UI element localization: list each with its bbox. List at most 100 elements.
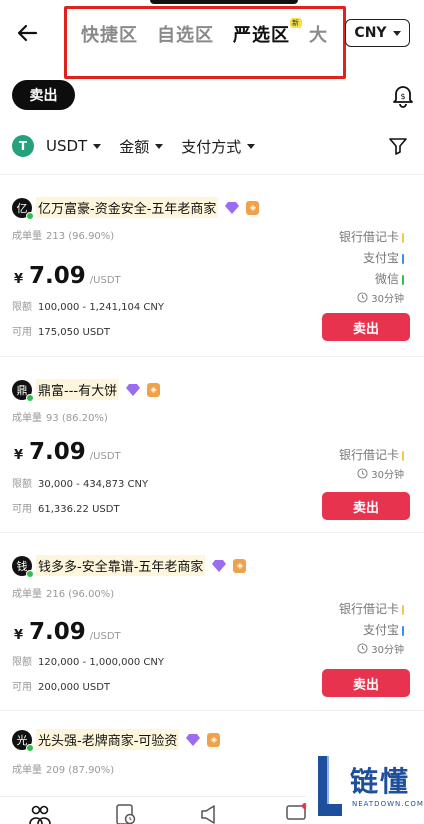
diamond-badge-icon — [212, 559, 227, 572]
online-dot — [26, 569, 34, 578]
diamond-badge-icon — [186, 733, 201, 746]
funnel-filter-icon[interactable] — [388, 136, 408, 156]
avatar: 鼎 — [12, 379, 34, 402]
caret-down-icon — [155, 143, 164, 149]
sell-button[interactable]: 卖出 — [322, 313, 410, 341]
payment-label: 支付方式 — [181, 137, 242, 156]
sell-toggle-button[interactable]: 卖出 — [12, 80, 75, 110]
payment-method-label: 银行借记卡 — [338, 230, 399, 244]
payment-method: 微信 — [339, 269, 404, 290]
amount-filter[interactable]: 金额 — [119, 136, 164, 157]
avatar: 亿 — [12, 197, 34, 220]
limit-label: 限额 — [12, 479, 32, 490]
amount-label: 金额 — [119, 137, 150, 156]
payment-method: 支付宝 — [339, 620, 404, 641]
payment-timer: 30分钟 — [339, 641, 404, 656]
coin-filter[interactable]: T USDT — [12, 135, 102, 157]
payment-method-label: 微信 — [374, 272, 399, 286]
messages-nav-icon[interactable] — [284, 803, 308, 824]
price-unit: /USDT — [89, 275, 121, 286]
order-stats: 成单量 216 (96.00%) — [12, 585, 118, 600]
shield-badge-icon: ◈ — [246, 200, 260, 215]
payment-method: 银行借记卡 — [339, 227, 404, 248]
payment-filter[interactable]: 支付方式 — [181, 136, 256, 157]
available-label: 可用 — [12, 504, 32, 515]
method-color-bar — [402, 625, 404, 636]
coin-label: USDT — [46, 137, 88, 155]
tether-icon: T — [12, 135, 34, 157]
zone-tabs-highlight: 快捷区 自选区 严选区新 大 — [64, 6, 346, 79]
merchant-info[interactable]: 亿 亿万富豪-资金安全-五年老商家 ◈ — [12, 197, 260, 220]
tab-large-zone[interactable]: 大 — [309, 21, 328, 47]
ad-card: 钱 钱多多-安全靠谱-五年老商家 ◈ 成单量 216 (96.00%) ¥ 7.0… — [0, 532, 424, 710]
limit-row: 限额 100,000 - 1,241,104 CNY — [12, 298, 164, 313]
tab-quick-zone[interactable]: 快捷区 — [81, 21, 138, 47]
caret-down-icon — [392, 30, 401, 36]
new-badge: 新 — [290, 18, 302, 28]
order-stats: 成单量 209 (87.90%) — [12, 761, 118, 776]
merchant-name: 光头强-老牌商家-可验资 — [36, 729, 180, 750]
timer-value: 30分钟 — [371, 645, 404, 656]
price-unit: /USDT — [89, 451, 121, 462]
merchant-info[interactable]: 光 光头强-老牌商家-可验资 ◈ — [12, 729, 221, 752]
orders-value: 209 (87.90%) — [46, 765, 115, 776]
merchant-info[interactable]: 鼎 鼎富---有大饼 ◈ — [12, 379, 161, 402]
payment-method-label: 银行借记卡 — [338, 602, 399, 616]
clock-icon — [357, 292, 368, 303]
diamond-badge-icon — [126, 383, 141, 396]
orders-nav-icon[interactable] — [114, 803, 138, 824]
merchant-name: 鼎富---有大饼 — [36, 379, 120, 400]
users-nav-icon[interactable] — [28, 803, 52, 824]
price: ¥ 7.09 /USDT — [14, 263, 121, 289]
notification-bell-icon[interactable]: $ — [390, 82, 416, 108]
price-value: 7.09 — [29, 439, 86, 465]
caret-down-icon — [247, 143, 256, 149]
payment-methods: 银行借记卡 30分钟 — [339, 445, 404, 481]
limit-label: 限额 — [12, 657, 32, 668]
top-bar: 快捷区 自选区 严选区新 大 CNY — [0, 0, 424, 79]
available-label: 可用 — [12, 682, 32, 693]
limit-value: 30,000 - 434,873 CNY — [38, 479, 149, 490]
back-arrow-icon[interactable] — [14, 20, 40, 46]
payment-timer: 30分钟 — [339, 466, 404, 481]
currency-symbol: ¥ — [14, 272, 24, 287]
limit-label: 限额 — [12, 302, 32, 313]
timer-value: 30分钟 — [371, 470, 404, 481]
diamond-badge-icon — [225, 201, 240, 214]
payment-method-label: 银行借记卡 — [338, 448, 399, 462]
available-value: 61,336.22 USDT — [38, 504, 120, 515]
merchant-name: 钱多多-安全靠谱-五年老商家 — [36, 555, 206, 576]
clock-icon — [357, 468, 368, 479]
caret-down-icon — [93, 143, 102, 149]
tab-selected-zone-label: 严选区 — [233, 25, 290, 46]
available-row: 可用 200,000 USDT — [12, 678, 110, 693]
orders-label: 成单量 — [12, 589, 42, 600]
announcement-nav-icon[interactable] — [198, 803, 222, 824]
payment-timer: 30分钟 — [339, 290, 404, 305]
limit-row: 限额 120,000 - 1,000,000 CNY — [12, 653, 164, 668]
watermark-logo: 链懂 NEATDOWN.COM — [306, 748, 424, 824]
available-row: 可用 61,336.22 USDT — [12, 500, 120, 515]
currency-selector[interactable]: CNY — [345, 19, 410, 47]
ad-card: 亿 亿万富豪-资金安全-五年老商家 ◈ 成单量 213 (96.90%) ¥ 7.… — [0, 174, 424, 356]
avatar: 光 — [12, 729, 34, 752]
payment-methods: 银行借记卡 支付宝 微信 30分钟 — [339, 227, 404, 305]
tab-selected-zone[interactable]: 严选区新 — [233, 18, 302, 47]
status-notch — [150, 0, 298, 4]
order-stats: 成单量 213 (96.90%) — [12, 227, 118, 242]
price-unit: /USDT — [89, 631, 121, 642]
tab-custom-zone[interactable]: 自选区 — [157, 21, 214, 47]
shield-badge-icon: ◈ — [207, 732, 221, 747]
sell-button[interactable]: 卖出 — [322, 669, 410, 697]
shield-badge-icon: ◈ — [147, 382, 161, 397]
payment-method: 银行借记卡 — [339, 599, 404, 620]
method-color-bar — [402, 604, 404, 615]
limit-row: 限额 30,000 - 434,873 CNY — [12, 475, 148, 490]
shield-badge-icon: ◈ — [233, 558, 247, 573]
sell-button[interactable]: 卖出 — [322, 492, 410, 520]
zone-tabs: 快捷区 自选区 严选区新 大 — [81, 18, 328, 47]
merchant-info[interactable]: 钱 钱多多-安全靠谱-五年老商家 ◈ — [12, 555, 247, 578]
ad-card: 鼎 鼎富---有大饼 ◈ 成单量 93 (86.20%) ¥ 7.09 /USDT… — [0, 356, 424, 532]
orders-value: 213 (96.90%) — [46, 231, 115, 242]
available-row: 可用 175,050 USDT — [12, 323, 110, 338]
